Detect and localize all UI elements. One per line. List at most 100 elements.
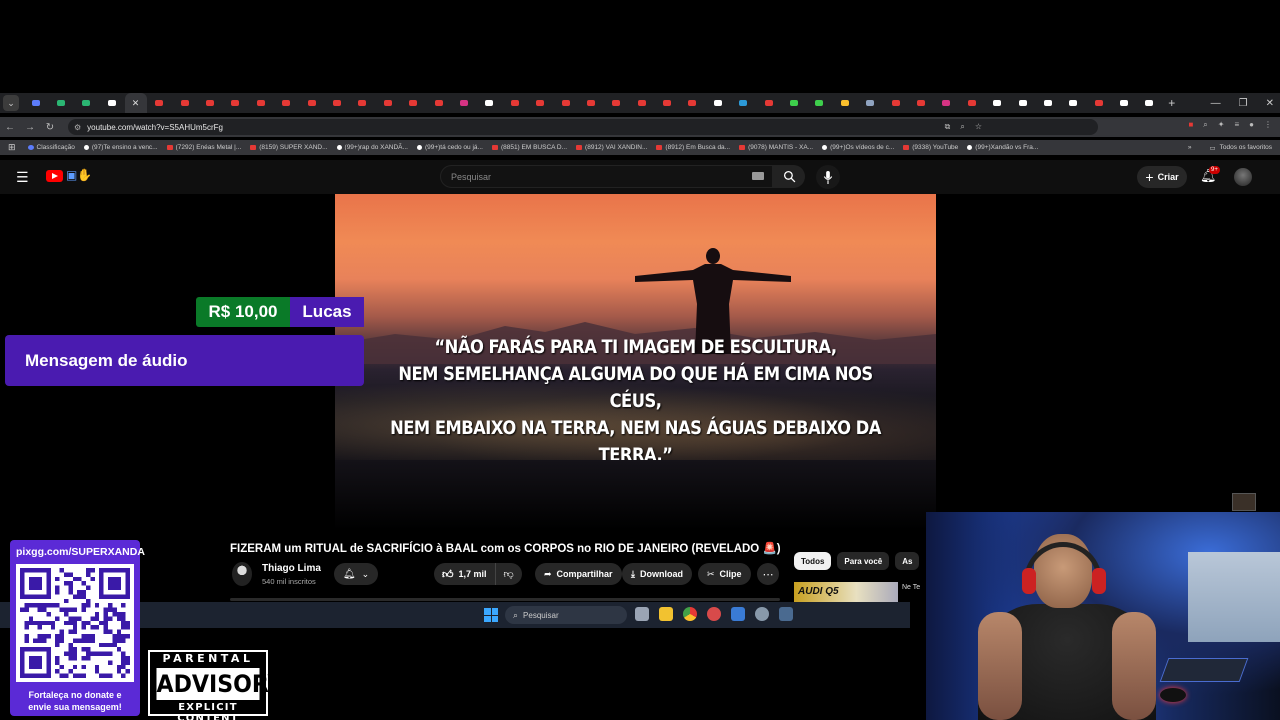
search-button[interactable] [773, 165, 805, 188]
app-icon-red[interactable] [707, 607, 721, 621]
browser-tab[interactable] [48, 93, 73, 113]
keyboard-icon[interactable] [752, 172, 764, 180]
browser-tab[interactable] [223, 93, 248, 113]
channel-avatar[interactable] [232, 562, 252, 586]
browser-tab[interactable] [299, 93, 324, 113]
browser-tab[interactable] [400, 93, 425, 113]
share-button[interactable]: ➦ Compartilhar [535, 563, 622, 585]
close-tab-icon[interactable]: ✕ [132, 98, 140, 109]
menu-icon[interactable]: ☰ [16, 169, 29, 186]
like-button[interactable]: 👍︎ 1,7 mil [434, 563, 496, 585]
profile-icon[interactable]: ● [1249, 120, 1254, 130]
browser-tab[interactable] [350, 93, 375, 113]
browser-tab[interactable] [705, 93, 730, 113]
bookmark-item[interactable]: (99+)rap do XANDÃ... [336, 144, 408, 151]
maximize-icon[interactable]: ❐ [1239, 98, 1248, 109]
channel-name[interactable]: Thiago Lima [262, 563, 321, 574]
filter-chip[interactable]: As [895, 552, 920, 570]
browser-tab[interactable] [172, 93, 197, 113]
browser-tab[interactable] [934, 93, 959, 113]
filter-chip[interactable]: Todos [794, 552, 832, 570]
browser-tab[interactable] [553, 93, 578, 113]
create-button[interactable]: + Criar [1137, 166, 1187, 188]
install-app-icon[interactable]: ⧉ [945, 122, 951, 132]
close-window-icon[interactable]: ✕ [1266, 98, 1274, 109]
site-info-icon[interactable]: ⚙ [74, 123, 81, 132]
video-player[interactable]: “NÃO FARÁS PARA TI IMAGEM DE ESCULTURA, N… [335, 194, 936, 460]
browser-tab[interactable] [23, 93, 48, 113]
new-tab-button[interactable]: + [1168, 96, 1175, 110]
bookmark-item[interactable]: (8912) VAI XANDIN... [576, 144, 647, 151]
settings-gear-icon[interactable] [755, 607, 769, 621]
browser-tab[interactable] [604, 93, 629, 113]
browser-tab[interactable] [147, 93, 172, 113]
extensions-puzzle-icon[interactable]: ✦ [1218, 120, 1225, 130]
browser-tab[interactable] [477, 93, 502, 113]
browser-tab[interactable] [781, 93, 806, 113]
browser-tab[interactable] [248, 93, 273, 113]
browser-tab[interactable] [883, 93, 908, 113]
windows-start-icon[interactable] [484, 608, 498, 622]
browser-menu-icon[interactable]: ⋮ [1264, 120, 1272, 130]
steam-icon[interactable] [779, 607, 793, 621]
browser-tab[interactable] [984, 93, 1009, 113]
browser-tab[interactable] [99, 93, 124, 113]
browser-tab[interactable] [451, 93, 476, 113]
miniplayer-thumbnail[interactable] [1232, 493, 1256, 511]
account-avatar[interactable] [1234, 168, 1252, 186]
reload-icon[interactable]: ↻ [40, 122, 60, 133]
browser-tab[interactable] [756, 93, 781, 113]
minimize-icon[interactable]: — [1211, 98, 1221, 109]
browser-tab[interactable] [654, 93, 679, 113]
dislike-button[interactable]: 👎︎ [496, 568, 522, 580]
bookmark-item[interactable]: (97)Te ensino a venc... [83, 144, 158, 151]
browser-tab[interactable] [274, 93, 299, 113]
extension-icon[interactable]: ⌕ [1203, 120, 1207, 130]
browser-tab[interactable] [959, 93, 984, 113]
browser-tab[interactable] [1010, 93, 1035, 113]
app-icon-blue[interactable] [731, 607, 745, 621]
chrome-icon[interactable] [683, 607, 697, 621]
chevron-right-icon[interactable]: » [1188, 144, 1192, 151]
browser-tab[interactable] [74, 93, 99, 113]
more-actions-button[interactable]: ⋯ [757, 563, 779, 585]
browser-tab[interactable] [527, 93, 552, 113]
voice-search-button[interactable] [816, 165, 840, 189]
browser-tab[interactable] [375, 93, 400, 113]
address-bar[interactable]: ⚙ youtube.com/watch?v=S5AHUm5crFg ⧉ ⌕ ☆ [68, 119, 1098, 135]
browser-tab[interactable] [832, 93, 857, 113]
browser-tab[interactable] [1111, 93, 1136, 113]
browser-tab[interactable] [197, 93, 222, 113]
browser-tab[interactable] [680, 93, 705, 113]
download-button[interactable]: ⤓ Download [622, 563, 692, 585]
bookmark-item[interactable]: (99+)Xandão vs Fra... [967, 144, 1038, 151]
browser-tab[interactable] [858, 93, 883, 113]
taskbar-search[interactable]: ⌕ Pesquisar [505, 606, 627, 624]
extension-logo-icon[interactable]: ▣✋ [66, 168, 92, 182]
bookmark-item[interactable]: (8851) EM BUSCA D... [491, 144, 567, 151]
tab-search-button[interactable]: ⌄ [3, 95, 19, 111]
browser-tab[interactable] [578, 93, 603, 113]
filter-chip[interactable]: Para você [837, 552, 890, 570]
bookmark-item[interactable]: (7292) Enéas Metal |... [166, 144, 241, 151]
zoom-icon[interactable]: ⌕ [960, 122, 964, 132]
bookmark-item[interactable]: (9338) YouTube [903, 144, 958, 151]
browser-tab[interactable] [629, 93, 654, 113]
browser-tab[interactable] [1086, 93, 1111, 113]
browser-tab[interactable] [502, 93, 527, 113]
search-input[interactable]: Pesquisar [440, 165, 773, 188]
browser-tab[interactable] [908, 93, 933, 113]
bookmark-item[interactable]: (99+)tá cedo ou já... [416, 144, 483, 151]
browser-tab[interactable] [1061, 93, 1086, 113]
bookmark-item[interactable]: Classificação [27, 144, 75, 151]
bookmark-item[interactable]: (8159) SUPER XAND... [250, 144, 328, 151]
subscribed-bell-button[interactable]: 🔔︎ ⌄ [334, 563, 378, 585]
ad-thumbnail[interactable]: AUDI Q5 [794, 582, 898, 602]
apps-grid-icon[interactable]: ⊞ [8, 142, 16, 153]
forward-icon[interactable]: → [20, 122, 40, 133]
clip-button[interactable]: ✂ Clipe [698, 563, 751, 585]
extension-red-icon[interactable]: ■ [1188, 120, 1193, 130]
media-control-icon[interactable]: ≡ [1234, 120, 1239, 130]
browser-tab[interactable] [731, 93, 756, 113]
browser-tab[interactable] [1035, 93, 1060, 113]
